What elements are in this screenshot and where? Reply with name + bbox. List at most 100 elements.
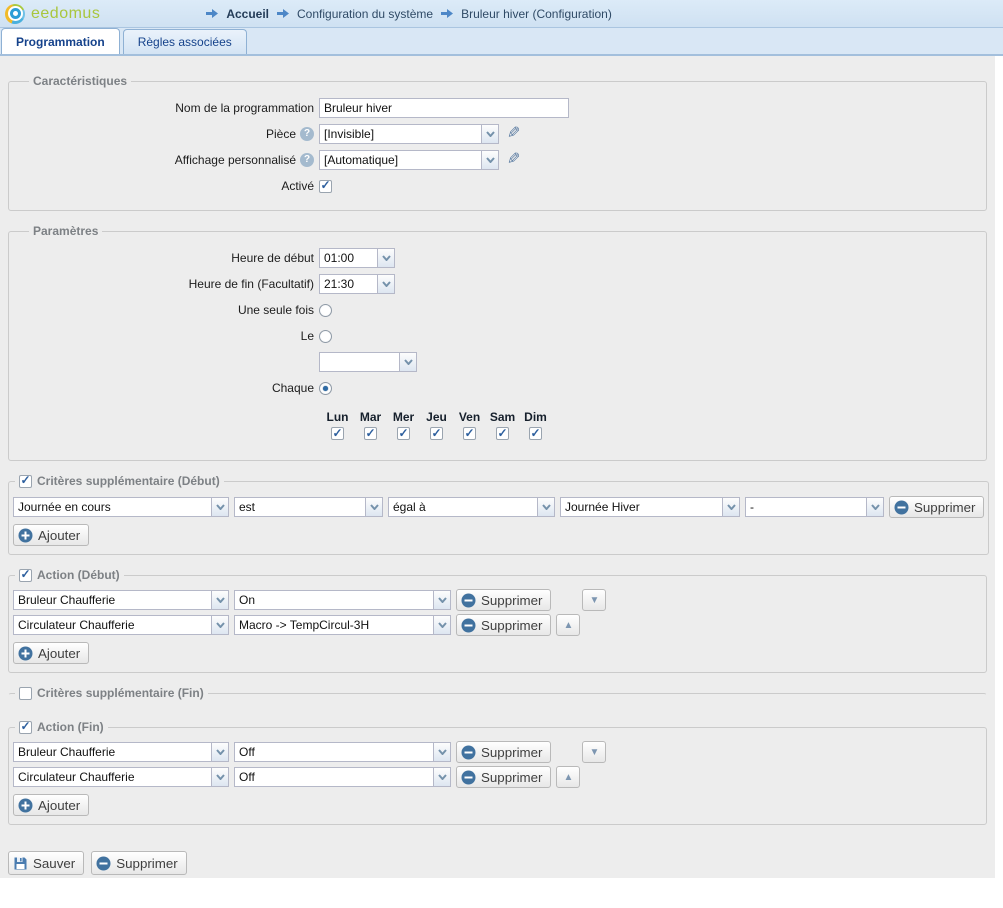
section-criteres-debut: ✓ Critères supplémentaire (Début) Journé… [8, 474, 989, 555]
criteres-debut-toggle-checkbox[interactable]: ✓ [19, 475, 32, 488]
checkmark-icon: ✓ [530, 427, 540, 439]
section-legend: Action (Fin) [37, 720, 104, 734]
help-icon[interactable]: ? [300, 153, 314, 167]
day-label-mar: Mar [360, 410, 381, 424]
minus-circle-icon [461, 593, 476, 608]
breadcrumb-item-accueil[interactable]: Accueil [226, 7, 269, 21]
day-checkbox-mer[interactable]: ✓ [397, 427, 410, 440]
plus-circle-icon [18, 798, 33, 813]
supprimer-action-button[interactable]: Supprimer [456, 614, 551, 636]
supprimer-action-button[interactable]: Supprimer [456, 589, 551, 611]
critere-verb-select[interactable]: est [234, 497, 383, 517]
supprimer-critere-button[interactable]: Supprimer [889, 496, 984, 518]
supprimer-action-button[interactable]: Supprimer [456, 741, 551, 763]
action-value-select[interactable]: On [234, 590, 451, 610]
move-up-button[interactable]: ▲ [556, 614, 580, 636]
critere-variable-select[interactable]: Journée en cours [13, 497, 229, 517]
ajouter-action-button[interactable]: Ajouter [13, 642, 89, 664]
section-parametres: Paramètres Heure de début 01:00 Heure de… [8, 224, 987, 461]
chevron-down-icon[interactable] [722, 498, 739, 516]
chevron-down-icon[interactable] [211, 616, 228, 634]
action-value-select[interactable]: Macro -> TempCircul-3H [234, 615, 451, 635]
chevron-down-icon[interactable] [481, 125, 498, 143]
chevron-down-icon[interactable] [377, 275, 394, 293]
eedomus-logo[interactable]: eedomus [5, 4, 100, 24]
day-checkbox-sam[interactable]: ✓ [496, 427, 509, 440]
chevron-down-icon[interactable] [211, 743, 228, 761]
chaque-radio[interactable] [319, 382, 332, 395]
action-value-select[interactable]: Off [234, 742, 451, 762]
day-checkbox-lun[interactable]: ✓ [331, 427, 344, 440]
le-date-select[interactable] [319, 352, 417, 372]
critere-value-select[interactable]: Journée Hiver [560, 497, 740, 517]
tab-regles-associees[interactable]: Règles associées [123, 29, 247, 54]
ajouter-action-button[interactable]: Ajouter [13, 794, 89, 816]
chevron-down-icon[interactable] [377, 249, 394, 267]
active-checkbox[interactable]: ✓ [319, 180, 332, 193]
eedomus-logo-icon [5, 4, 25, 24]
critere-extra-select[interactable]: - [745, 497, 884, 517]
chevron-down-icon[interactable] [211, 768, 228, 786]
arrow-up-icon: ▲ [564, 620, 574, 631]
day-checkbox-jeu[interactable]: ✓ [430, 427, 443, 440]
nom-label: Nom de la programmation [19, 101, 319, 115]
action-device-select[interactable]: Circulateur Chaufferie [13, 615, 229, 635]
nom-input[interactable] [319, 98, 569, 118]
affichage-label: Affichage personnalisé [175, 153, 296, 167]
chevron-down-icon[interactable] [866, 498, 883, 516]
chevron-down-icon[interactable] [433, 616, 450, 634]
chevron-down-icon[interactable] [365, 498, 382, 516]
le-radio[interactable] [319, 330, 332, 343]
une-seule-fois-radio[interactable] [319, 304, 332, 317]
move-up-button[interactable]: ▲ [556, 766, 580, 788]
chevron-down-icon[interactable] [537, 498, 554, 516]
heure-debut-select[interactable]: 01:00 [319, 248, 395, 268]
critere-row: Journée en cours est égal à Journée Hive… [13, 496, 984, 518]
day-checkbox-ven[interactable]: ✓ [463, 427, 476, 440]
breadcrumb: Accueil Configuration du système Bruleur… [205, 7, 612, 21]
chevron-down-icon[interactable] [481, 151, 498, 169]
supprimer-action-button[interactable]: Supprimer [456, 766, 551, 788]
action-device-select[interactable]: Circulateur Chaufferie [13, 767, 229, 787]
move-down-button[interactable]: ▼ [582, 741, 606, 763]
chevron-down-icon[interactable] [399, 353, 416, 371]
section-legend: Paramètres [29, 224, 102, 238]
une-seule-fois-label: Une seule fois [19, 303, 319, 317]
chevron-down-icon[interactable] [433, 743, 450, 761]
move-down-button[interactable]: ▼ [582, 589, 606, 611]
piece-select[interactable]: [Invisible] [319, 124, 499, 144]
ajouter-critere-button[interactable]: Ajouter [13, 524, 89, 546]
action-device-select[interactable]: Bruleur Chaufferie [13, 590, 229, 610]
affichage-select[interactable]: [Automatique] [319, 150, 499, 170]
day-checkbox-dim[interactable]: ✓ [529, 427, 542, 440]
action-device-select[interactable]: Bruleur Chaufferie [13, 742, 229, 762]
action-fin-toggle-checkbox[interactable]: ✓ [19, 721, 32, 734]
critere-operator-select[interactable]: égal à [388, 497, 555, 517]
action-debut-toggle-checkbox[interactable]: ✓ [19, 569, 32, 582]
supprimer-program-button[interactable]: Supprimer [91, 851, 186, 875]
heure-debut-label: Heure de début [19, 251, 319, 265]
action-value-select[interactable]: Off [234, 767, 451, 787]
edit-pencil-icon[interactable]: ✎ [507, 126, 520, 142]
checkmark-icon: ✓ [464, 427, 474, 439]
minus-circle-icon [96, 856, 111, 871]
chaque-label: Chaque [19, 381, 319, 395]
chevron-down-icon[interactable] [211, 591, 228, 609]
chevron-down-icon[interactable] [433, 768, 450, 786]
footer-toolbar: Sauver Supprimer [8, 851, 995, 875]
save-floppy-icon [13, 856, 28, 871]
sauver-button[interactable]: Sauver [8, 851, 84, 875]
day-checkbox-mar[interactable]: ✓ [364, 427, 377, 440]
criteres-fin-toggle-checkbox[interactable] [19, 687, 32, 700]
heure-fin-select[interactable]: 21:30 [319, 274, 395, 294]
le-label: Le [19, 329, 319, 343]
breadcrumb-item-configuration[interactable]: Configuration du système [297, 7, 433, 21]
chevron-down-icon[interactable] [433, 591, 450, 609]
chevron-down-icon[interactable] [211, 498, 228, 516]
tab-programmation[interactable]: Programmation [1, 28, 120, 54]
section-legend: Critères supplémentaire (Début) [37, 474, 220, 488]
help-icon[interactable]: ? [300, 127, 314, 141]
section-criteres-fin: Critères supplémentaire (Fin) [8, 686, 987, 707]
edit-pencil-icon[interactable]: ✎ [507, 152, 520, 168]
day-label-jeu: Jeu [426, 410, 447, 424]
